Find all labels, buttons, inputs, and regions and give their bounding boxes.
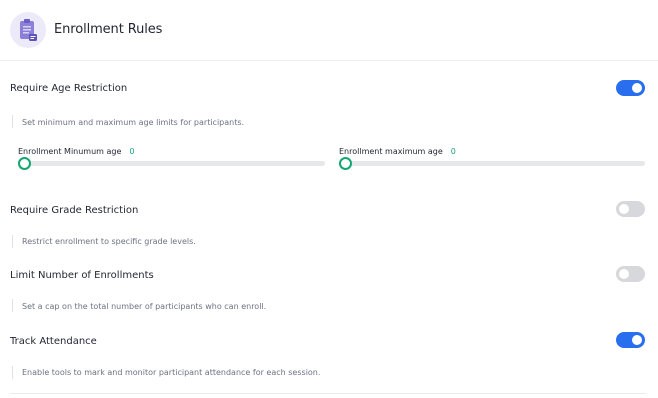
description-divider <box>12 235 13 248</box>
toggle-knob <box>632 83 642 93</box>
max-age-slider-thumb[interactable] <box>339 157 352 170</box>
track-attendance-title: Track Attendance <box>10 336 97 347</box>
limit-enrollments-description: Set a cap on the total number of partici… <box>22 302 267 311</box>
track-attendance-description: Enable tools to mark and monitor partici… <box>22 368 321 377</box>
grade-restriction-description: Restrict enrollment to specific grade le… <box>22 237 196 246</box>
max-age-slider-label: Enrollment maximum age 0 <box>339 147 456 156</box>
max-age-slider-track[interactable] <box>343 161 645 166</box>
limit-enrollments-toggle[interactable] <box>616 266 645 282</box>
toggle-knob <box>619 269 629 279</box>
description-divider <box>12 115 13 128</box>
track-attendance-toggle[interactable] <box>616 332 645 348</box>
min-age-slider-label: Enrollment Minumum age 0 <box>18 147 135 156</box>
page-title: Enrollment Rules <box>54 22 163 37</box>
min-age-slider-thumb[interactable] <box>18 157 31 170</box>
description-divider <box>12 299 13 312</box>
toggle-knob <box>619 204 629 214</box>
toggle-knob <box>632 335 642 345</box>
min-age-label-text: Enrollment Minumum age <box>18 147 122 156</box>
age-restriction-toggle[interactable] <box>616 80 645 96</box>
section-divider <box>10 393 646 394</box>
min-age-value: 0 <box>129 147 135 156</box>
min-age-slider-track[interactable] <box>22 161 325 166</box>
max-age-label-text: Enrollment maximum age <box>339 147 443 156</box>
enrollment-rules-header: Enrollment Rules <box>0 0 658 61</box>
grade-restriction-title: Require Grade Restriction <box>10 205 139 216</box>
max-age-value: 0 <box>450 147 456 156</box>
limit-enrollments-title: Limit Number of Enrollments <box>10 270 154 281</box>
clipboard-icon <box>10 12 46 48</box>
grade-restriction-toggle[interactable] <box>616 201 645 217</box>
age-restriction-description: Set minimum and maximum age limits for p… <box>22 118 245 127</box>
description-divider <box>12 366 13 379</box>
age-restriction-title: Require Age Restriction <box>10 83 128 94</box>
